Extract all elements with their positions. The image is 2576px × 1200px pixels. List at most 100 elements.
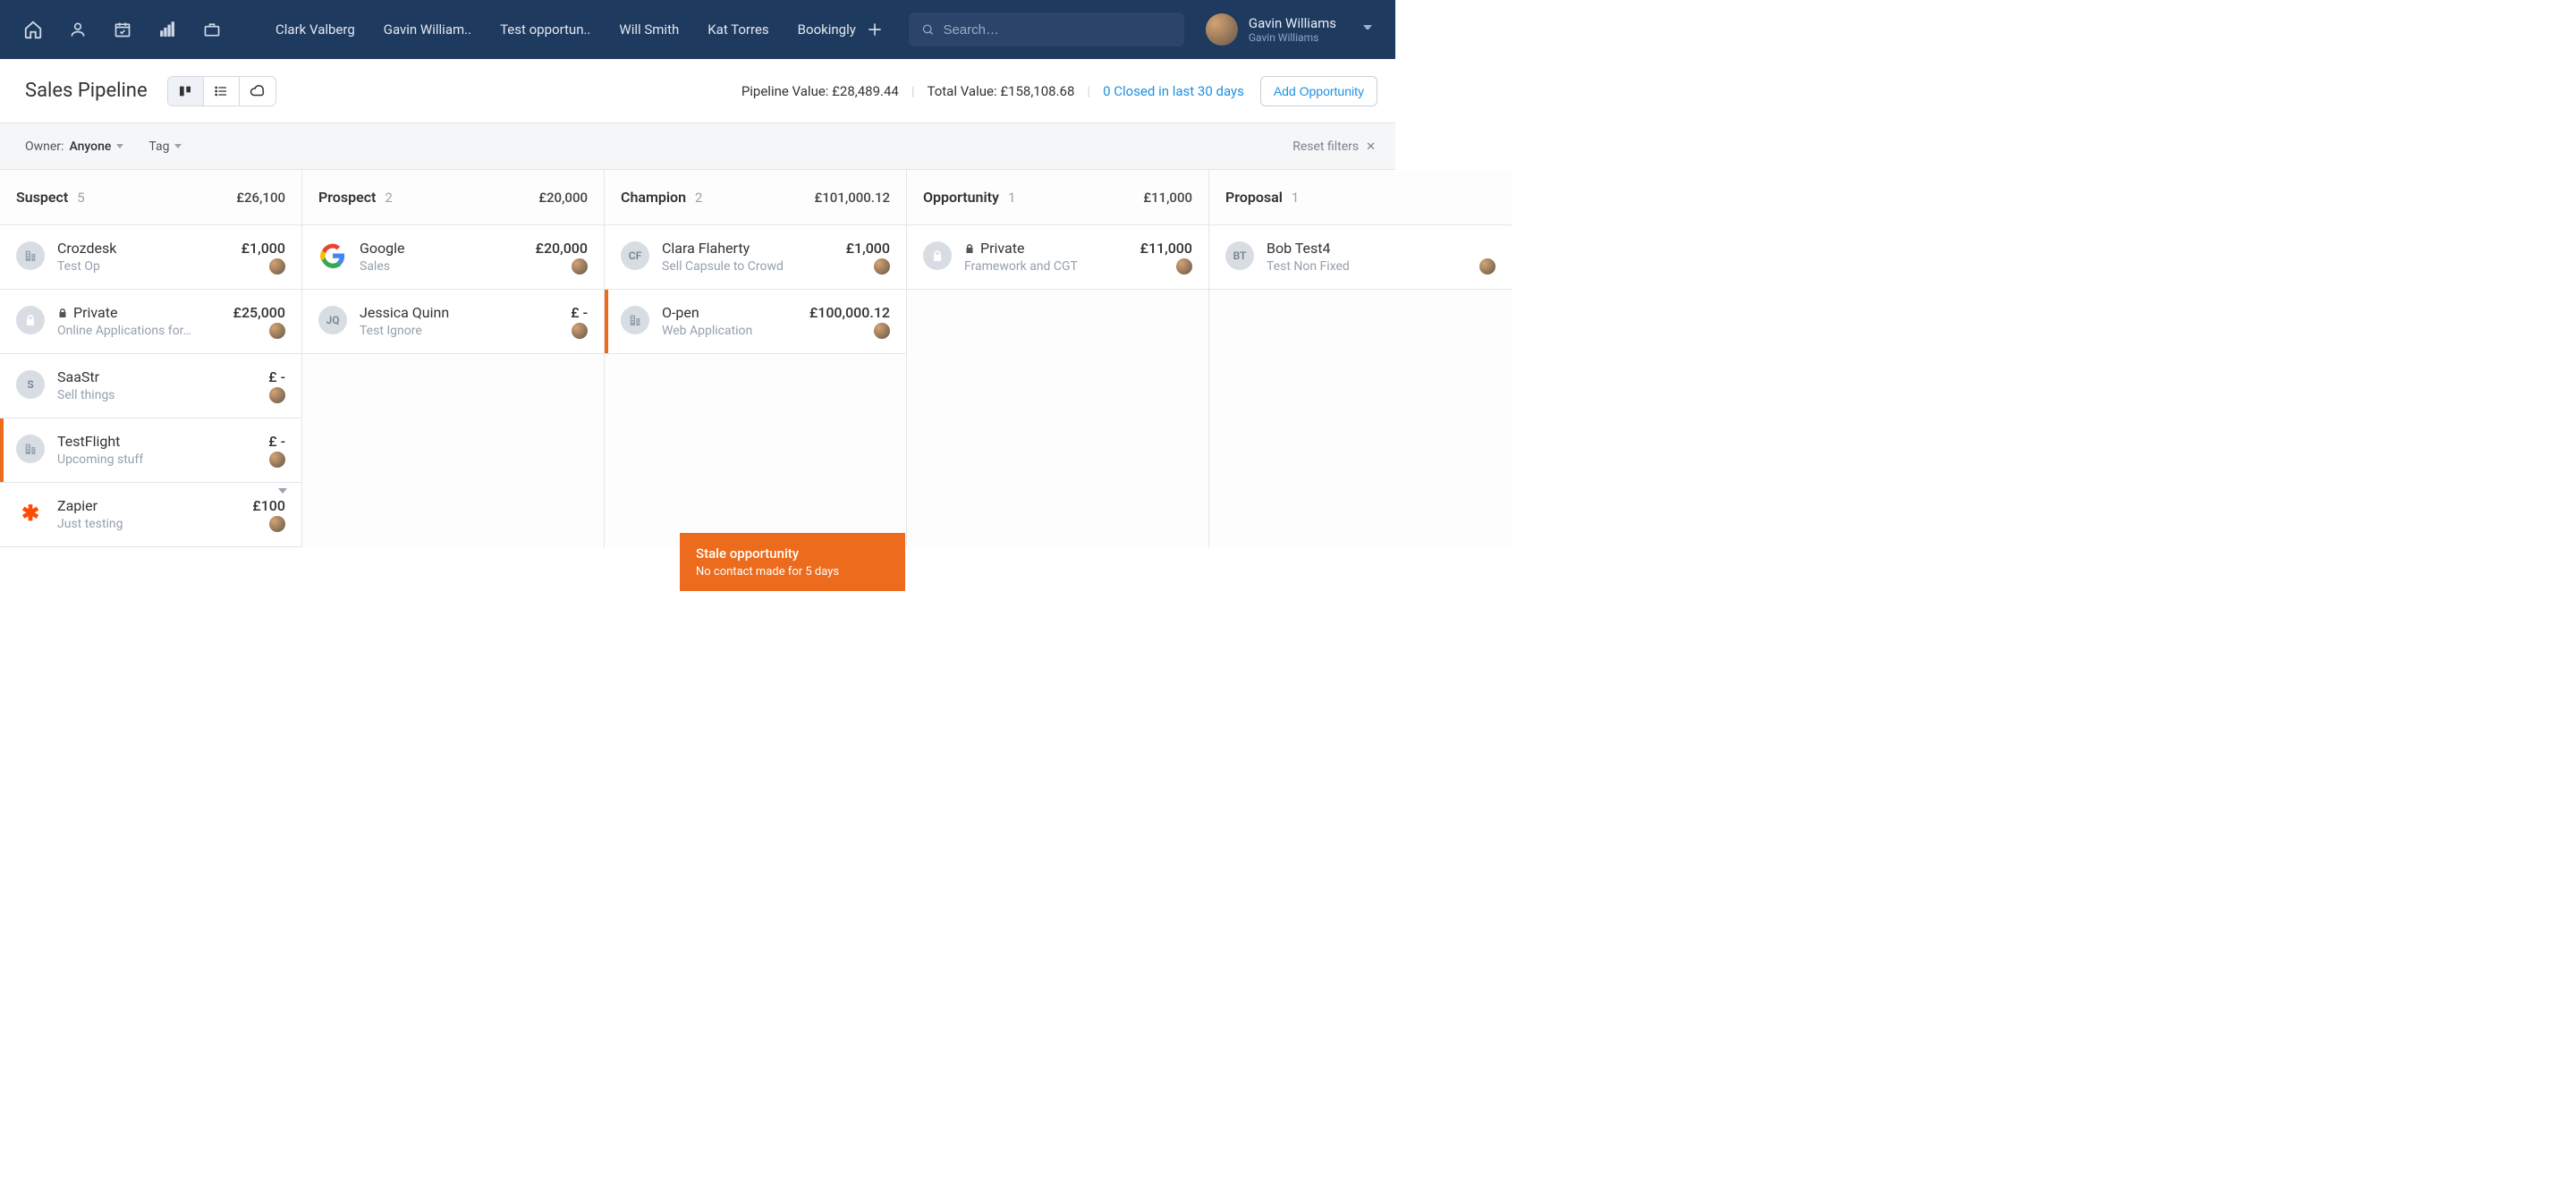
nav-link[interactable]: Will Smith: [619, 21, 679, 38]
owner-avatar: [572, 258, 588, 275]
pipeline-column: Opportunity1£11,000Private£11,000Framewo…: [907, 170, 1209, 547]
opportunity-card[interactable]: BT Bob Test4 Test Non Fixed: [1209, 225, 1512, 290]
home-icon[interactable]: [23, 20, 43, 39]
card-subtitle: Online Applications for…: [57, 324, 191, 338]
card-title: Clara Flaherty: [662, 240, 750, 257]
nav-link[interactable]: Bookingly: [798, 21, 856, 38]
column-name: Champion: [621, 189, 686, 206]
column-header: Suspect5£26,100: [0, 170, 301, 225]
building-avatar: [16, 435, 45, 463]
nav-link[interactable]: Kat Torres: [708, 21, 768, 38]
letter-avatar: CF: [621, 241, 649, 270]
opportunity-card[interactable]: Crozdesk £1,000 Test Op: [0, 225, 301, 290]
google-avatar: [318, 241, 347, 270]
nav-link[interactable]: Test opportun..: [500, 21, 590, 38]
card-subtitle: Sell things: [57, 388, 115, 402]
card-title: Crozdesk: [57, 240, 116, 257]
card-value: £100,000.12: [809, 304, 890, 321]
opportunity-card[interactable]: Private£11,000Framework and CGT: [907, 225, 1208, 290]
opportunity-card[interactable]: ✱Zapier£100Just testing: [0, 483, 301, 547]
letter-avatar: BT: [1225, 241, 1254, 270]
owner-avatar: [269, 387, 285, 403]
column-header: Champion 2 £101,000.12: [605, 170, 906, 225]
briefcase-icon[interactable]: [202, 20, 222, 39]
opportunity-card[interactable]: JQJessica Quinn£ -Test Ignore: [302, 290, 604, 354]
card-title: Private: [73, 304, 117, 321]
add-opportunity-button[interactable]: Add Opportunity: [1260, 76, 1377, 106]
add-icon[interactable]: [866, 21, 909, 38]
close-icon: [1366, 139, 1376, 154]
owner-avatar: [269, 452, 285, 468]
card-value: £ -: [268, 368, 285, 385]
owner-avatar: [874, 258, 890, 275]
column-count: 2: [695, 190, 702, 206]
card-subtitle: Test Non Fixed: [1267, 259, 1350, 274]
column-count: 2: [385, 190, 392, 206]
letter-avatar: JQ: [318, 306, 347, 334]
chevron-down-icon: [1363, 25, 1372, 34]
column-name: Opportunity: [923, 189, 999, 206]
building-avatar: [621, 306, 649, 334]
search-box[interactable]: [909, 13, 1184, 46]
card-value: £ -: [571, 304, 588, 321]
kanban-icon: [178, 84, 192, 98]
owner-avatar: [572, 323, 588, 339]
stale-tooltip: Stale opportunity No contact made for 5 …: [680, 533, 905, 591]
opportunity-card[interactable]: CF Clara Flaherty £1,000 Sell Capsule to Cr…: [605, 225, 906, 290]
pipeline-column: Prospect2£20,000Google£20,000SalesJQJess…: [302, 170, 605, 547]
chevron-down-icon[interactable]: [278, 488, 287, 494]
opportunity-card[interactable]: Private£25,000Online Applications for…: [0, 290, 301, 354]
column-count: 1: [1292, 190, 1299, 206]
view-cloud-button[interactable]: [240, 77, 275, 106]
sub-header: Sales Pipeline Pipeline Value: £28,489.4…: [0, 59, 1395, 123]
opportunity-card[interactable]: O-pen£100,000.12Web Application: [605, 290, 906, 354]
column-header: Prospect2£20,000: [302, 170, 604, 225]
closed-link[interactable]: 0 Closed in last 30 days: [1103, 83, 1244, 99]
owner-avatar: [269, 323, 285, 339]
divider: |: [911, 83, 915, 99]
card-subtitle: Test Ignore: [360, 324, 422, 338]
pipeline-column: Suspect5£26,100Crozdesk£1,000Test OpPriv…: [0, 170, 302, 547]
card-value: £1,000: [242, 240, 285, 257]
user-menu[interactable]: Gavin Williams Gavin Williams: [1206, 13, 1372, 46]
column-name: Suspect: [16, 189, 68, 206]
nav-link[interactable]: Gavin William..: [384, 21, 471, 38]
card-value: £11,000: [1140, 240, 1192, 257]
lock-avatar: [16, 306, 45, 334]
column-total: £101,000.12: [814, 190, 890, 206]
total-value-label: Total Value: £158,108.68: [928, 83, 1075, 99]
card-title: Zapier: [57, 497, 97, 514]
owner-filter[interactable]: Owner: Anyone: [25, 139, 123, 154]
nav-link[interactable]: Clark Valberg: [275, 21, 355, 38]
opportunity-card[interactable]: S SaaStr £ - Sell things: [0, 354, 301, 418]
card-subtitle: Framework and CGT: [964, 259, 1078, 274]
chevron-down-icon: [116, 144, 123, 148]
chart-icon[interactable]: [157, 20, 177, 39]
search-input[interactable]: [943, 22, 1171, 38]
reset-filters[interactable]: Reset filters: [1292, 139, 1376, 154]
person-icon[interactable]: [68, 20, 88, 39]
column-count: 5: [77, 190, 84, 206]
calendar-icon[interactable]: [113, 20, 132, 39]
building-avatar: [16, 241, 45, 270]
card-value: £20,000: [536, 240, 588, 257]
opportunity-card[interactable]: TestFlight£ -Upcoming stuff: [0, 418, 301, 483]
card-subtitle: Sell Capsule to Crowd: [662, 259, 784, 274]
tag-filter[interactable]: Tag: [148, 139, 182, 154]
card-value: £1,000: [846, 240, 890, 257]
card-subtitle: Sales: [360, 259, 390, 274]
view-list-button[interactable]: [204, 77, 240, 106]
card-subtitle: Upcoming stuff: [57, 452, 143, 467]
card-title: SaaStr: [57, 368, 99, 385]
card-subtitle: Test Op: [57, 259, 100, 274]
filter-bar: Owner: Anyone Tag Reset filters: [0, 123, 1395, 170]
card-title: Bob Test4: [1267, 240, 1330, 257]
opportunity-card[interactable]: Google£20,000Sales: [302, 225, 604, 290]
letter-avatar: S: [16, 370, 45, 399]
top-nav: Clark Valberg Gavin William.. Test opportu…: [0, 0, 1395, 59]
view-kanban-button[interactable]: [168, 77, 204, 106]
card-title: O-pen: [662, 304, 699, 321]
divider: |: [1087, 83, 1090, 99]
pipeline-board: Suspect5£26,100Crozdesk£1,000Test OpPriv…: [0, 170, 1395, 547]
pipeline-stats: Pipeline Value: £28,489.44 | Total Value…: [741, 83, 1244, 99]
